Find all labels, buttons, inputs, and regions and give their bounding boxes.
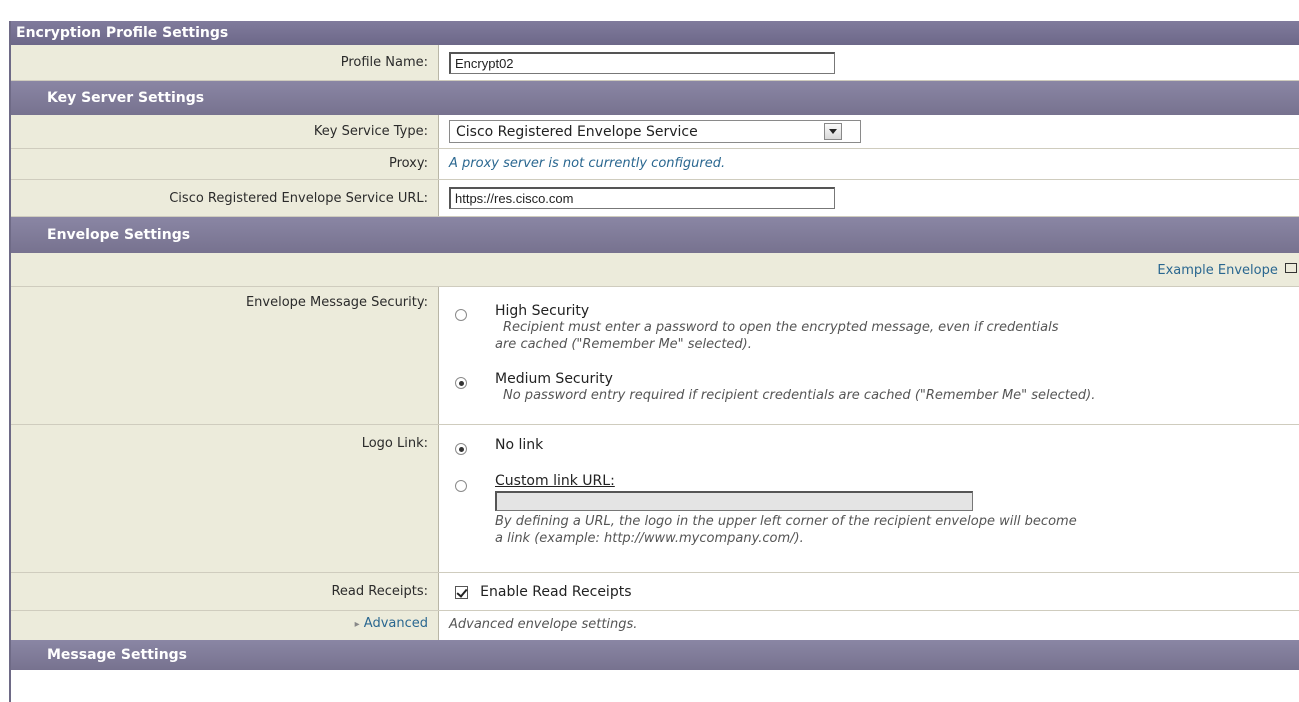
- section-title: Encryption Profile Settings: [16, 25, 229, 41]
- read-receipts-text: Enable Read Receipts: [480, 584, 632, 600]
- profile-name-label: Profile Name:: [11, 45, 439, 80]
- message-security-label: Envelope Message Security:: [11, 287, 439, 424]
- example-envelope-row: Example Envelope: [11, 253, 1299, 287]
- section-title: Key Server Settings: [47, 90, 205, 106]
- medium-security-option[interactable]: Medium Security No password entry requir…: [449, 371, 1299, 404]
- medium-security-desc: No password entry required if recipient …: [503, 388, 1096, 403]
- section-header-encryption-profile: Encryption Profile Settings: [11, 21, 1299, 45]
- key-service-type-select[interactable]: Cisco Registered Envelope Service: [449, 120, 861, 143]
- profile-name-row: Profile Name:: [11, 45, 1299, 81]
- proxy-row: Proxy: A proxy server is not currently c…: [11, 149, 1299, 180]
- custom-link-label: Custom link URL:: [495, 473, 615, 489]
- read-receipts-row: Read Receipts: Enable Read Receipts: [11, 573, 1299, 611]
- popup-window-icon[interactable]: [1285, 263, 1297, 273]
- proxy-label: Proxy:: [11, 149, 439, 179]
- read-receipts-label: Read Receipts:: [11, 573, 439, 610]
- no-link-radio[interactable]: [455, 443, 467, 455]
- section-header-message: Message Settings: [11, 640, 1299, 670]
- advanced-row: ▸ Advanced Advanced envelope settings.: [11, 611, 1299, 640]
- section-title: Envelope Settings: [47, 227, 191, 243]
- profile-name-input[interactable]: [449, 52, 835, 74]
- encryption-profile-form: Encryption Profile Settings Profile Name…: [9, 21, 1299, 702]
- service-url-row: Cisco Registered Envelope Service URL:: [11, 180, 1299, 217]
- custom-link-option[interactable]: Custom link URL: By defining a URL, the …: [449, 473, 1299, 547]
- service-url-input[interactable]: [449, 187, 835, 209]
- section-title: Message Settings: [47, 647, 188, 663]
- service-url-label: Cisco Registered Envelope Service URL:: [11, 180, 439, 216]
- logo-link-desc: By defining a URL, the logo in the upper…: [495, 514, 1077, 529]
- example-envelope-link[interactable]: Example Envelope: [1157, 263, 1278, 278]
- section-header-envelope: Envelope Settings: [11, 217, 1299, 253]
- custom-link-input[interactable]: [495, 491, 973, 511]
- key-service-type-row: Key Service Type: Cisco Registered Envel…: [11, 115, 1299, 149]
- chevron-down-icon[interactable]: [824, 123, 842, 140]
- advanced-toggle[interactable]: ▸ Advanced: [11, 611, 439, 640]
- chevron-right-icon: ▸: [354, 619, 360, 630]
- logo-link-label: Logo Link:: [11, 425, 439, 572]
- logo-link-row: Logo Link: No link Custom link URL: By d…: [11, 425, 1299, 573]
- high-security-title: High Security: [495, 303, 590, 319]
- read-receipts-checkbox[interactable]: [455, 586, 468, 599]
- section-header-key-server: Key Server Settings: [11, 81, 1299, 115]
- custom-link-radio[interactable]: [455, 480, 467, 492]
- high-security-radio[interactable]: [455, 309, 467, 321]
- advanced-link[interactable]: Advanced: [364, 616, 428, 631]
- no-link-label: No link: [495, 437, 544, 453]
- proxy-status: A proxy server is not currently configur…: [449, 156, 726, 171]
- advanced-desc: Advanced envelope settings.: [449, 617, 638, 632]
- logo-link-desc-cont: a link (example: http://www.mycompany.co…: [495, 531, 804, 546]
- high-security-desc-cont: are cached ("Remember Me" selected).: [495, 337, 752, 352]
- high-security-option[interactable]: High Security Recipient must enter a pas…: [449, 303, 1299, 371]
- key-service-type-value: Cisco Registered Envelope Service: [456, 123, 698, 140]
- no-link-option[interactable]: No link: [449, 437, 1299, 473]
- medium-security-title: Medium Security: [495, 371, 613, 387]
- medium-security-radio[interactable]: [455, 377, 467, 389]
- message-security-row: Envelope Message Security: High Security…: [11, 287, 1299, 425]
- high-security-desc: Recipient must enter a password to open …: [503, 320, 1059, 335]
- key-service-type-label: Key Service Type:: [11, 115, 439, 148]
